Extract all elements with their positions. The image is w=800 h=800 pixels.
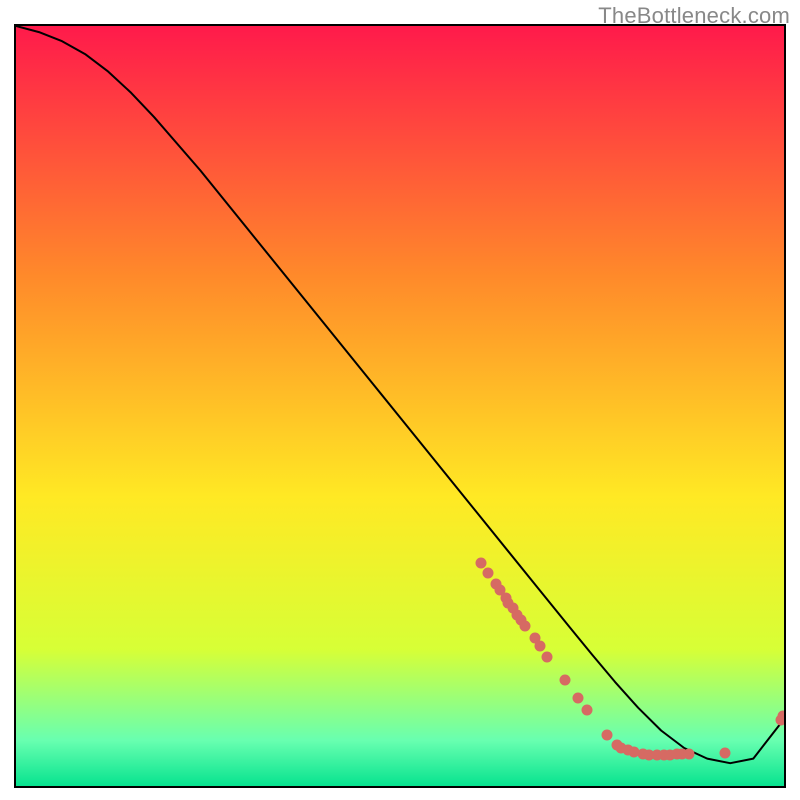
data-points-group [476, 558, 785, 761]
chart-plot-area [14, 24, 786, 788]
data-point [720, 748, 731, 759]
chart-stage: TheBottleneck.com [0, 0, 800, 800]
data-point [535, 641, 546, 652]
data-point [542, 652, 553, 663]
data-point [560, 675, 571, 686]
data-point [520, 621, 531, 632]
data-point [476, 558, 487, 569]
data-point [573, 693, 584, 704]
data-point [602, 730, 613, 741]
chart-overlay-svg [16, 26, 784, 786]
bottleneck-curve [16, 26, 784, 763]
data-point [483, 568, 494, 579]
data-point [684, 749, 695, 760]
data-point [582, 705, 593, 716]
